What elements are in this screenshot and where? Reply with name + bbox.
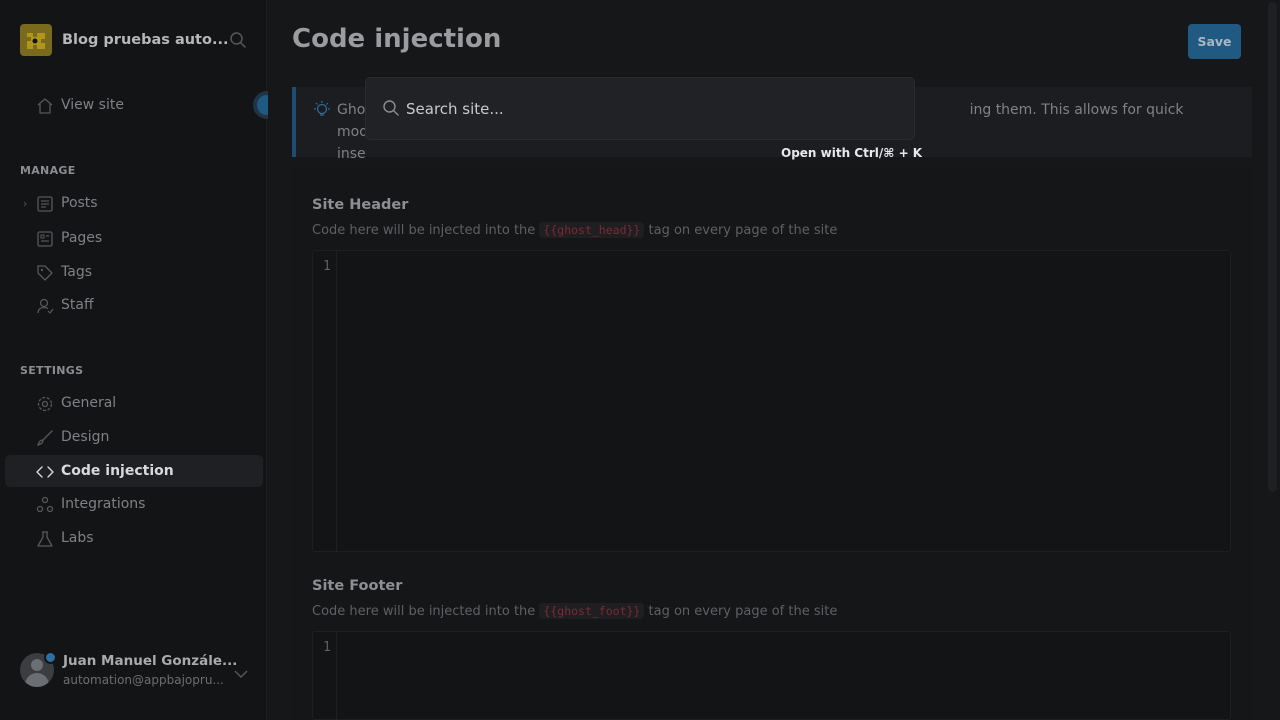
site-header-description: Code here will be injected into the {{gh…: [312, 222, 838, 238]
site-header-editor[interactable]: 1: [312, 250, 1231, 552]
site-footer-title: Site Footer: [312, 578, 403, 594]
tag-icon: [36, 264, 54, 282]
site-footer-description: Code here will be injected into the {{gh…: [312, 603, 838, 619]
code-icon: [36, 463, 54, 481]
view-site-link[interactable]: View site: [5, 89, 263, 121]
ghost-foot-code: {{ghost_foot}}: [539, 603, 645, 619]
line-gutter: 1: [313, 632, 337, 719]
user-email: automation@appbajopru...: [63, 673, 224, 687]
sidebar-item-label: Posts: [61, 195, 98, 211]
sidebar-item-general[interactable]: General: [5, 387, 263, 419]
integrations-icon: [36, 496, 54, 514]
view-site-label: View site: [61, 97, 124, 113]
search-icon: [382, 99, 400, 121]
page-title: Code injection: [292, 24, 502, 54]
sidebar-item-label: Tags: [61, 264, 92, 280]
user-name: Juan Manuel Gonzále...: [63, 653, 238, 669]
site-title: Blog pruebas auto...: [62, 32, 229, 48]
save-button[interactable]: Save: [1188, 24, 1241, 59]
scroll-thumb[interactable]: [1268, 2, 1277, 492]
sidebar-item-label: Labs: [61, 530, 94, 546]
sidebar-item-design[interactable]: Design: [5, 421, 263, 453]
search-shortcut-hint: Open with Ctrl/⌘ + K: [781, 146, 923, 160]
search-modal: [365, 77, 915, 140]
code-injection-card: Site Header Code here will be injected i…: [292, 168, 1252, 720]
flask-icon: [36, 530, 54, 548]
info-text-line2-start: inse: [337, 146, 366, 162]
scrollbar[interactable]: [1266, 0, 1280, 720]
brush-icon: [36, 429, 54, 447]
line-gutter: 1: [313, 251, 337, 551]
lightbulb-icon: [312, 100, 332, 124]
pages-icon: [36, 230, 54, 248]
sidebar: Blog pruebas auto... View site MANAGE › …: [0, 0, 281, 720]
staff-icon: [36, 297, 54, 315]
sidebar-item-label: Code injection: [61, 463, 174, 479]
sidebar-item-label: Staff: [61, 297, 94, 313]
sidebar-item-posts[interactable]: › Posts: [5, 187, 263, 219]
site-logo-icon: [20, 24, 52, 56]
line-number: 1: [323, 640, 331, 655]
manage-section-label: MANAGE: [20, 164, 76, 177]
sidebar-item-integrations[interactable]: Integrations: [5, 488, 263, 520]
posts-icon: [36, 195, 54, 213]
sidebar-item-staff[interactable]: Staff: [5, 289, 263, 321]
search-input[interactable]: [406, 96, 896, 122]
site-footer-editor[interactable]: 1: [312, 631, 1231, 720]
sidebar-item-label: General: [61, 395, 117, 411]
site-header-title: Site Header: [312, 197, 409, 213]
line-number: 1: [323, 259, 331, 274]
chevron-right-icon[interactable]: ›: [23, 197, 27, 210]
brand[interactable]: Blog pruebas auto...: [20, 24, 228, 56]
sidebar-item-labs[interactable]: Labs: [5, 522, 263, 554]
gear-icon: [36, 395, 54, 413]
chevron-down-icon[interactable]: [233, 665, 249, 684]
sidebar-item-label: Integrations: [61, 496, 146, 512]
notification-badge: [44, 651, 57, 664]
ghost-head-code: {{ghost_head}}: [539, 222, 645, 238]
sidebar-item-tags[interactable]: Tags: [5, 256, 263, 288]
home-icon: [36, 97, 54, 115]
search-icon[interactable]: [229, 31, 247, 53]
sidebar-item-label: Design: [61, 429, 110, 445]
sidebar-item-label: Pages: [61, 230, 103, 246]
sidebar-item-code-injection[interactable]: Code injection: [5, 455, 263, 487]
sidebar-item-pages[interactable]: Pages: [5, 222, 263, 254]
settings-section-label: SETTINGS: [20, 364, 84, 377]
